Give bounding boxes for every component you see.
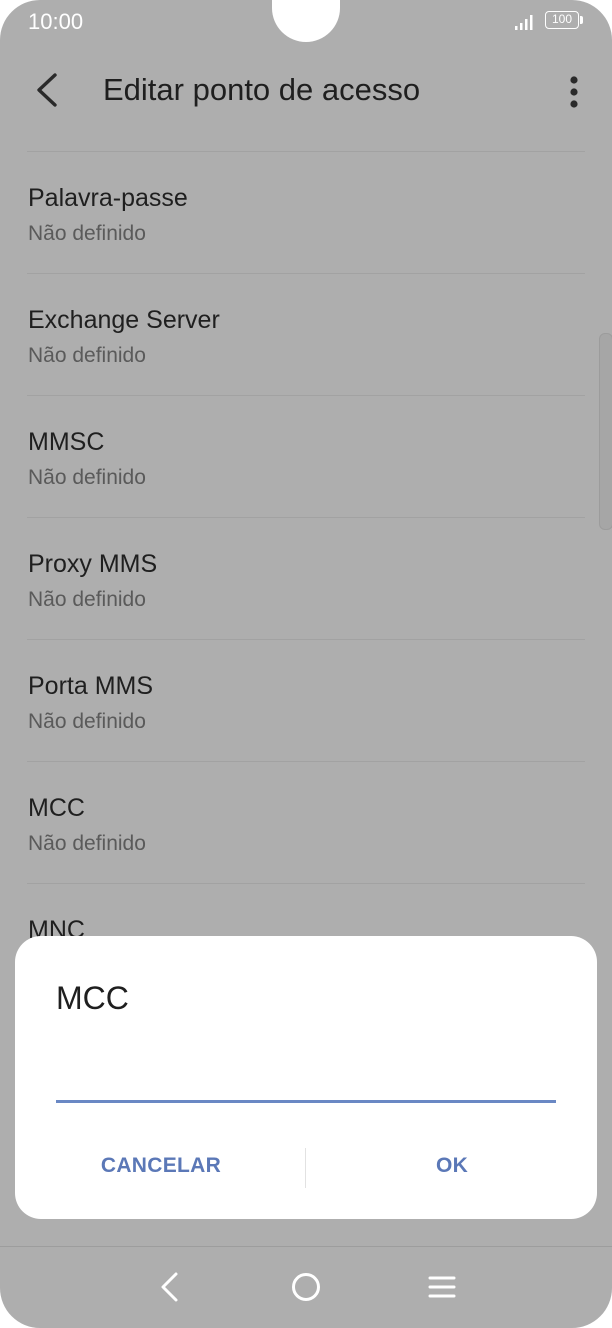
home-circle-icon — [292, 1273, 320, 1301]
setting-item-mcc[interactable]: MCC Não definido — [27, 761, 585, 882]
battery-level: 100 — [551, 12, 573, 26]
setting-item-mms-proxy[interactable]: Proxy MMS Não definido — [27, 517, 585, 638]
cancel-button[interactable]: CANCELAR — [15, 1136, 307, 1196]
battery-icon: 100 — [545, 11, 579, 29]
setting-item-mmsc[interactable]: MMSC Não definido — [27, 395, 585, 516]
navigation-bar — [0, 1246, 612, 1328]
more-options-button[interactable] — [558, 70, 590, 114]
setting-item-password[interactable]: Palavra-passe Não definido — [27, 151, 585, 272]
setting-value: Não definido — [28, 466, 146, 489]
back-button[interactable] — [28, 68, 68, 112]
arrow-left-icon — [37, 73, 57, 107]
setting-value: Não definido — [28, 710, 146, 733]
setting-title: MMSC — [28, 428, 105, 456]
page-title: Editar ponto de acesso — [103, 72, 421, 107]
setting-value: Não definido — [28, 222, 146, 245]
setting-title: MCC — [28, 794, 85, 822]
battery-tip — [580, 16, 583, 24]
phone-screen: 10:00 100 Editar ponto de acesso Palavra… — [0, 0, 612, 1328]
dialog-title: MCC — [56, 980, 129, 1016]
setting-value: Não definido — [28, 832, 146, 855]
setting-title: Exchange Server — [28, 306, 220, 334]
setting-value: Não definido — [28, 344, 146, 367]
status-time: 10:00 — [28, 9, 84, 34]
setting-title: Proxy MMS — [28, 550, 158, 578]
setting-title: Palavra-passe — [28, 184, 188, 212]
ok-button[interactable]: OK — [307, 1136, 597, 1196]
button-divider — [305, 1148, 306, 1188]
mcc-input[interactable] — [56, 1052, 556, 1103]
signal-icon — [515, 15, 533, 30]
mcc-dialog: MCC CANCELAR OK — [15, 936, 597, 1219]
status-bar: 10:00 100 — [0, 0, 612, 44]
nav-back-icon — [161, 1272, 178, 1302]
scrollbar-thumb[interactable] — [599, 333, 612, 530]
nav-home-button[interactable] — [286, 1267, 326, 1307]
setting-title: Porta MMS — [28, 672, 154, 700]
setting-value: Não definido — [28, 588, 146, 611]
nav-menu-button[interactable] — [422, 1267, 462, 1307]
setting-item-exchange-server[interactable]: Exchange Server Não definido — [27, 273, 585, 394]
app-bar: Editar ponto de acesso — [0, 52, 612, 132]
more-vertical-icon — [570, 76, 578, 108]
nav-back-button[interactable] — [150, 1267, 190, 1307]
setting-item-mms-port[interactable]: Porta MMS Não definido — [27, 639, 585, 760]
menu-lines-icon — [428, 1276, 456, 1298]
